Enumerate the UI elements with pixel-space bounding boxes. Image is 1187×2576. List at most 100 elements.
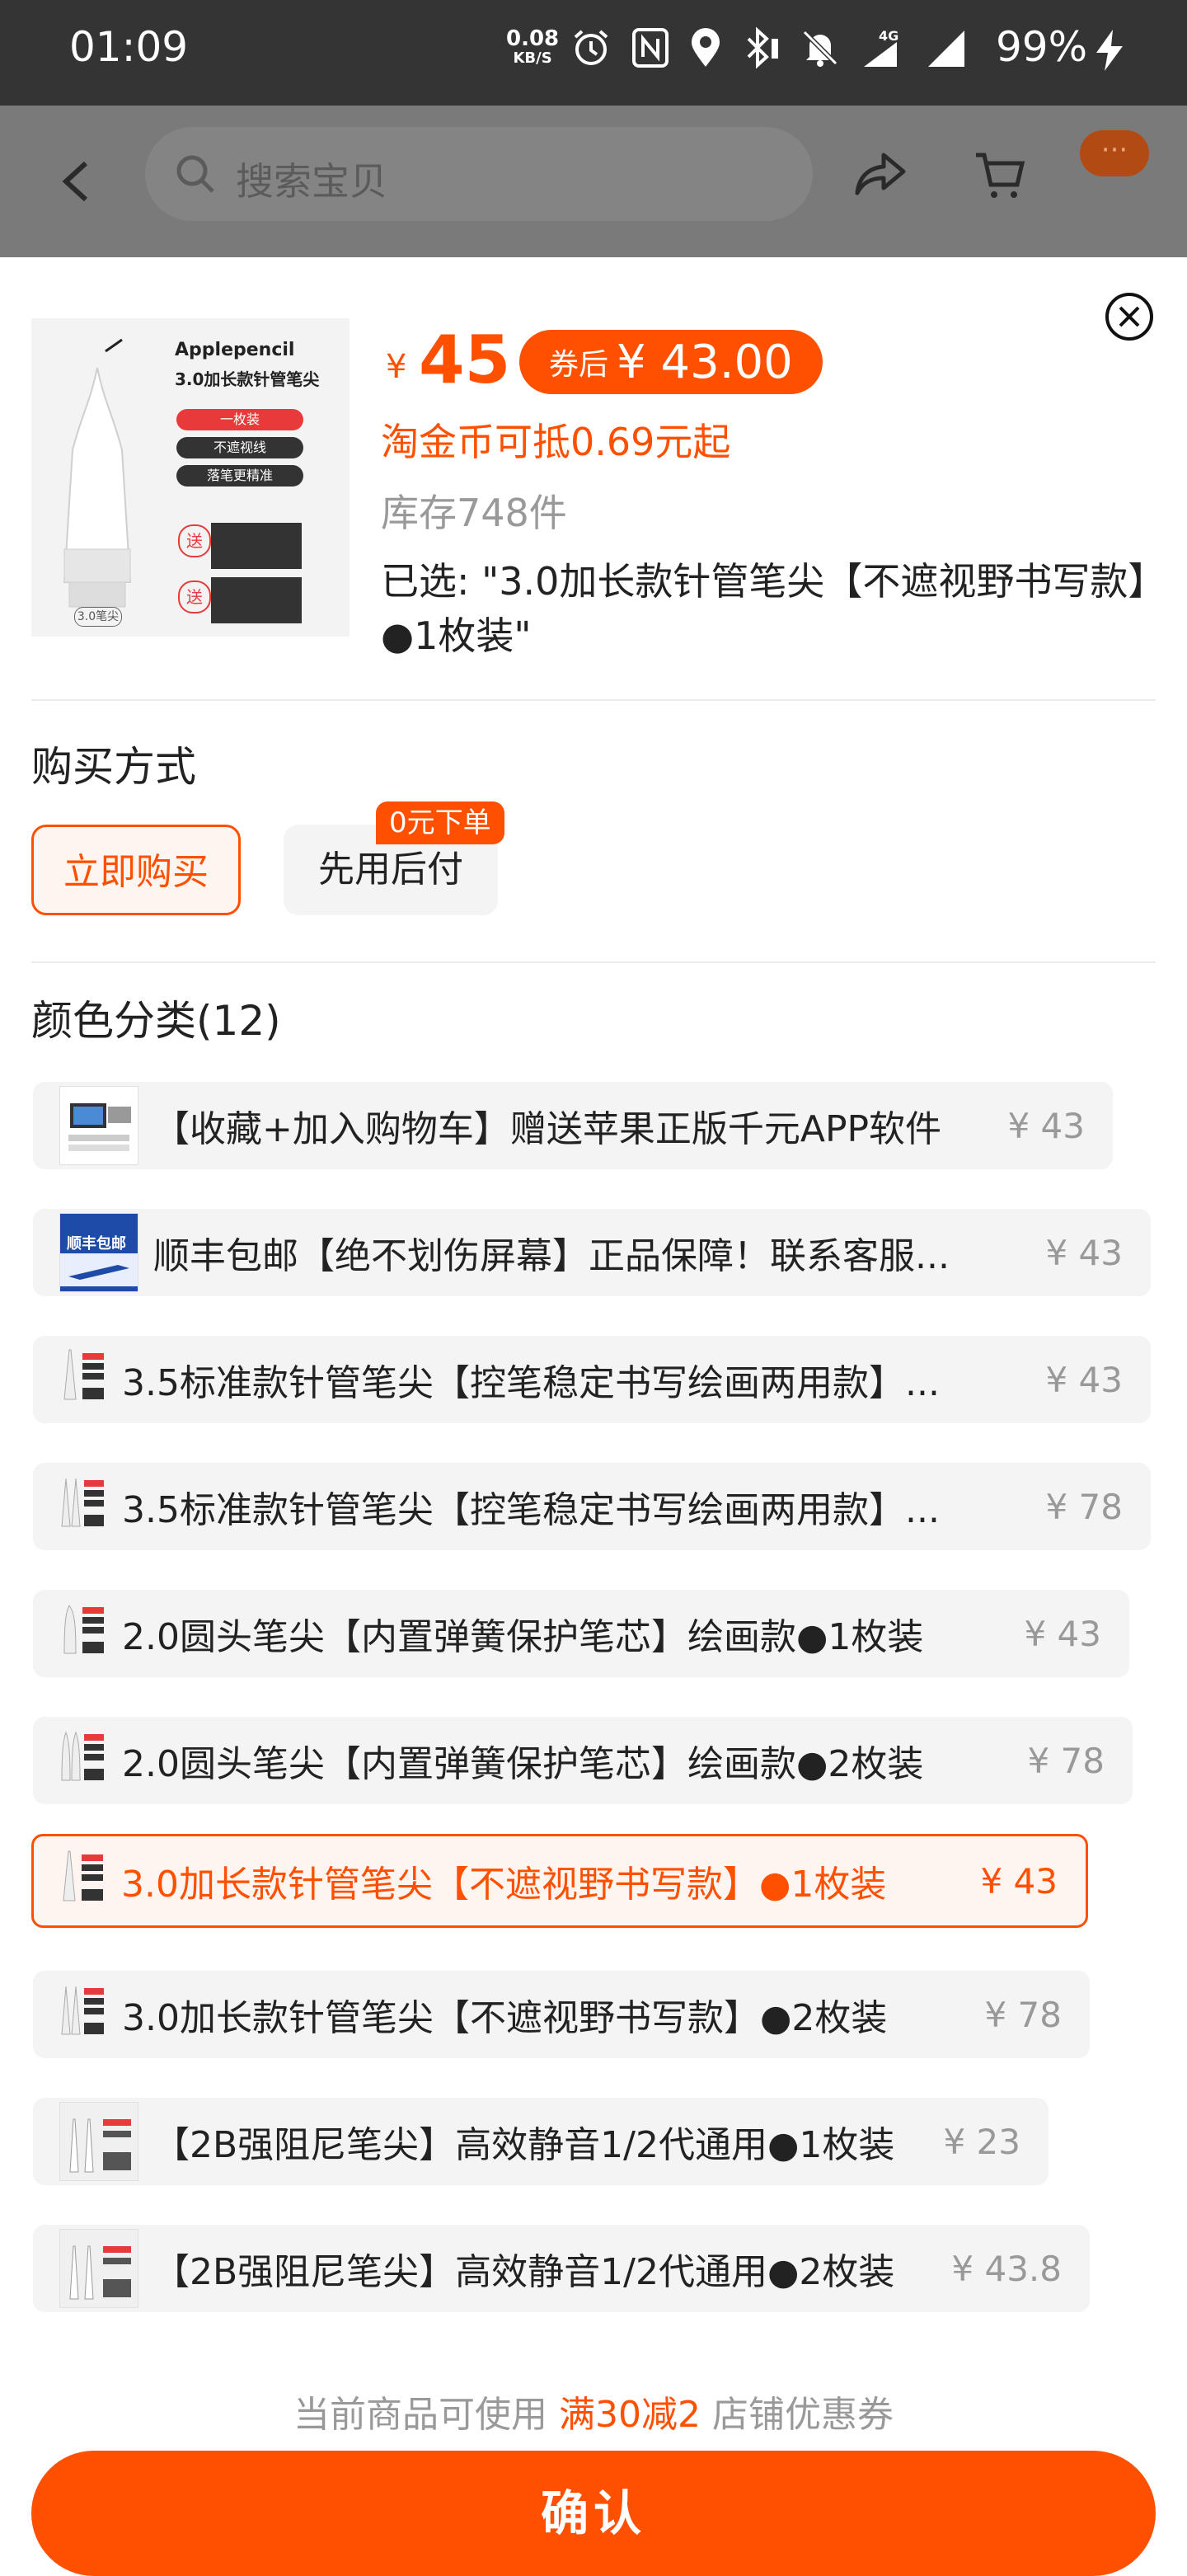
thumb-tag: 一枚装: [176, 409, 303, 430]
charging-icon: [1095, 30, 1124, 74]
variant-thumbnail: [58, 1977, 107, 2052]
buy-now-option[interactable]: 立即购买: [31, 825, 241, 915]
variant-name: 【2B强阻尼笔尖】高效静音1/2代通用●2枚装: [153, 2251, 895, 2293]
thumb-gift-badge: 送: [178, 581, 211, 613]
close-icon: [1105, 293, 1153, 341]
thumb-tag: 落笔更精准: [176, 465, 303, 487]
coupon-price-badge: 券后 ¥ 43.00: [519, 330, 823, 394]
variant-name: 3.5标准款针管笔尖【控笔稳定书写绘画两用款】...: [122, 1362, 940, 1404]
status-bar: 01:09 0.08 KB/S 4G 99%: [0, 0, 1187, 106]
promo-suffix: 店铺优惠券: [711, 2394, 894, 2436]
variant-thumbnail: [58, 1469, 107, 1544]
back-button[interactable]: [58, 157, 94, 206]
coupon-label: 券后: [549, 348, 609, 382]
thumb-subtitle: 3.0加长款针管笔尖: [175, 369, 320, 389]
stock-count: 库存748件: [381, 491, 567, 535]
variant-price: ¥ 43: [1007, 1105, 1085, 1146]
cart-button[interactable]: [973, 148, 1025, 204]
share-button[interactable]: [854, 150, 907, 200]
variant-price: ¥ 78: [1045, 1486, 1123, 1527]
variant-thumbnail: [58, 1342, 107, 1417]
thumb-gift-badge: 送: [178, 524, 211, 557]
variant-option[interactable]: 3.0加长款针管笔尖【不遮视野书写款】●2枚装 ¥ 78: [33, 1971, 1090, 2058]
selected-variant: 已选: "3.0加长款针管笔尖【不遮视野书写款】●1枚装": [381, 559, 1147, 658]
bluetooth-icon: [742, 26, 780, 72]
variant-option[interactable]: 2.0圆头笔尖【内置弹簧保护笔芯】绘画款●2枚装 ¥ 78: [33, 1717, 1133, 1804]
search-box[interactable]: 搜索宝贝: [145, 127, 813, 221]
variant-name: 【收藏+加入购物车】赠送苹果正版千元APP软件: [153, 1108, 942, 1150]
variant-price: ¥ 78: [984, 1994, 1062, 2035]
variant-name: 顺丰包邮【绝不划伤屏幕】正品保障！联系客服...: [153, 1235, 950, 1277]
variant-option[interactable]: 2.0圆头笔尖【内置弹簧保护笔芯】绘画款●1枚装 ¥ 43: [33, 1590, 1129, 1677]
search-icon: [175, 153, 216, 198]
purchase-method-title: 购买方式: [31, 743, 196, 791]
variant-name: 3.5标准款针管笔尖【控笔稳定书写绘画两用款】...: [122, 1489, 940, 1531]
nfc-icon: [631, 27, 669, 72]
thumb-title: Applepencil: [175, 340, 295, 360]
variant-option-selected[interactable]: 3.0加长款针管笔尖【不遮视野书写款】●1枚装 ¥ 43: [31, 1834, 1088, 1928]
divider: [31, 961, 1156, 963]
price-currency: ¥: [386, 348, 407, 386]
variant-price: ¥ 78: [1027, 1740, 1105, 1781]
sf-thumb-label: 顺丰包邮: [67, 1235, 126, 1253]
variant-price: ¥ 43: [980, 1860, 1058, 1901]
pay-later-badge: 0元下单: [376, 801, 504, 844]
divider: [31, 699, 1156, 701]
network-type: 4G: [879, 28, 898, 44]
promo-prefix: 当前商品可使用: [293, 2394, 547, 2436]
promo-highlight[interactable]: 满30减2: [559, 2394, 701, 2436]
variant-name: 2.0圆头笔尖【内置弹簧保护笔芯】绘画款●2枚装: [122, 1743, 924, 1785]
price: 45: [419, 322, 511, 398]
more-menu-button[interactable]: ···: [1080, 130, 1149, 176]
thumb-tag: 不遮视线: [176, 437, 303, 458]
taojin-note: 淘金币可抵0.69元起: [381, 420, 731, 464]
coupon-price: ¥ 43.00: [617, 335, 793, 389]
signal-4g-icon: 4G: [861, 27, 907, 72]
variant-option[interactable]: 【2B强阻尼笔尖】高效静音1/2代通用●2枚装 ¥ 43.8: [33, 2225, 1090, 2312]
battery-level: 99%: [996, 23, 1088, 71]
net-speed-unit: KB/S: [513, 49, 552, 67]
variant-option[interactable]: 顺丰包邮 顺丰包邮【绝不划伤屏幕】正品保障！联系客服... ¥ 43: [33, 1209, 1151, 1296]
confirm-button[interactable]: 确认: [31, 2451, 1156, 2576]
top-nav: 搜索宝贝 ···: [0, 106, 1187, 257]
alarm-icon: [570, 27, 612, 72]
signal-icon: [927, 27, 968, 72]
thumb-gift-card: [211, 577, 302, 623]
variant-option[interactable]: 【2B强阻尼笔尖】高效静音1/2代通用●1枚装 ¥ 23: [33, 2098, 1049, 2185]
variant-name: 3.0加长款针管笔尖【不遮视野书写款】●1枚装: [121, 1864, 887, 1906]
variant-name: 3.0加长款针管笔尖【不遮视野书写款】●2枚装: [122, 1997, 888, 2039]
variant-thumbnail: [57, 1843, 106, 1919]
variant-price: ¥ 23: [943, 2121, 1020, 2162]
variant-price: ¥ 43: [1045, 1359, 1123, 1400]
close-button[interactable]: [1105, 292, 1153, 341]
search-placeholder: 搜索宝贝: [236, 159, 387, 204]
variant-thumbnail: [58, 1596, 107, 1671]
variant-price: ¥ 43: [1024, 1613, 1101, 1654]
variant-thumbnail: [59, 2102, 138, 2181]
variant-price: ¥ 43.8: [951, 2248, 1062, 2289]
net-speed: 0.08 KB/S: [506, 28, 559, 68]
variant-option[interactable]: 3.5标准款针管笔尖【控笔稳定书写绘画两用款】... ¥ 43: [33, 1336, 1151, 1423]
variant-thumbnail: [59, 2229, 138, 2308]
product-image[interactable]: Applepencil 3.0加长款针管笔尖 一枚装 不遮视线 落笔更精准 送 …: [31, 318, 350, 637]
variant-name: 2.0圆头笔尖【内置弹簧保护笔芯】绘画款●1枚装: [122, 1616, 924, 1658]
net-speed-value: 0.08: [506, 26, 560, 51]
variant-price: ¥ 43: [1045, 1232, 1123, 1273]
status-icons: 4G: [570, 25, 988, 74]
variant-option[interactable]: 【收藏+加入购物车】赠送苹果正版千元APP软件 ¥ 43: [33, 1082, 1113, 1169]
sku-sheet: Applepencil 3.0加长款针管笔尖 一枚装 不遮视线 落笔更精准 送 …: [0, 257, 1187, 2576]
status-time: 01:09: [69, 23, 189, 71]
variant-thumbnail: [59, 1086, 138, 1165]
variant-name: 【2B强阻尼笔尖】高效静音1/2代通用●1枚装: [153, 2124, 895, 2166]
location-icon: [689, 27, 722, 72]
variant-option[interactable]: 3.5标准款针管笔尖【控笔稳定书写绘画两用款】... ¥ 78: [33, 1463, 1151, 1550]
variant-thumbnail: 顺丰包邮: [59, 1213, 138, 1292]
mute-icon: [800, 27, 841, 72]
variant-thumbnail: [58, 1723, 107, 1798]
variants-title: 颜色分类(12): [31, 997, 281, 1045]
thumb-model-label: 3.0笔尖: [74, 607, 122, 627]
thumb-gift-card: [211, 523, 302, 569]
cart-icon: [976, 153, 1025, 198]
coupon-promo-line: 当前商品可使用 满30减2 店铺优惠券: [0, 2385, 1187, 2437]
share-icon: [855, 153, 906, 195]
